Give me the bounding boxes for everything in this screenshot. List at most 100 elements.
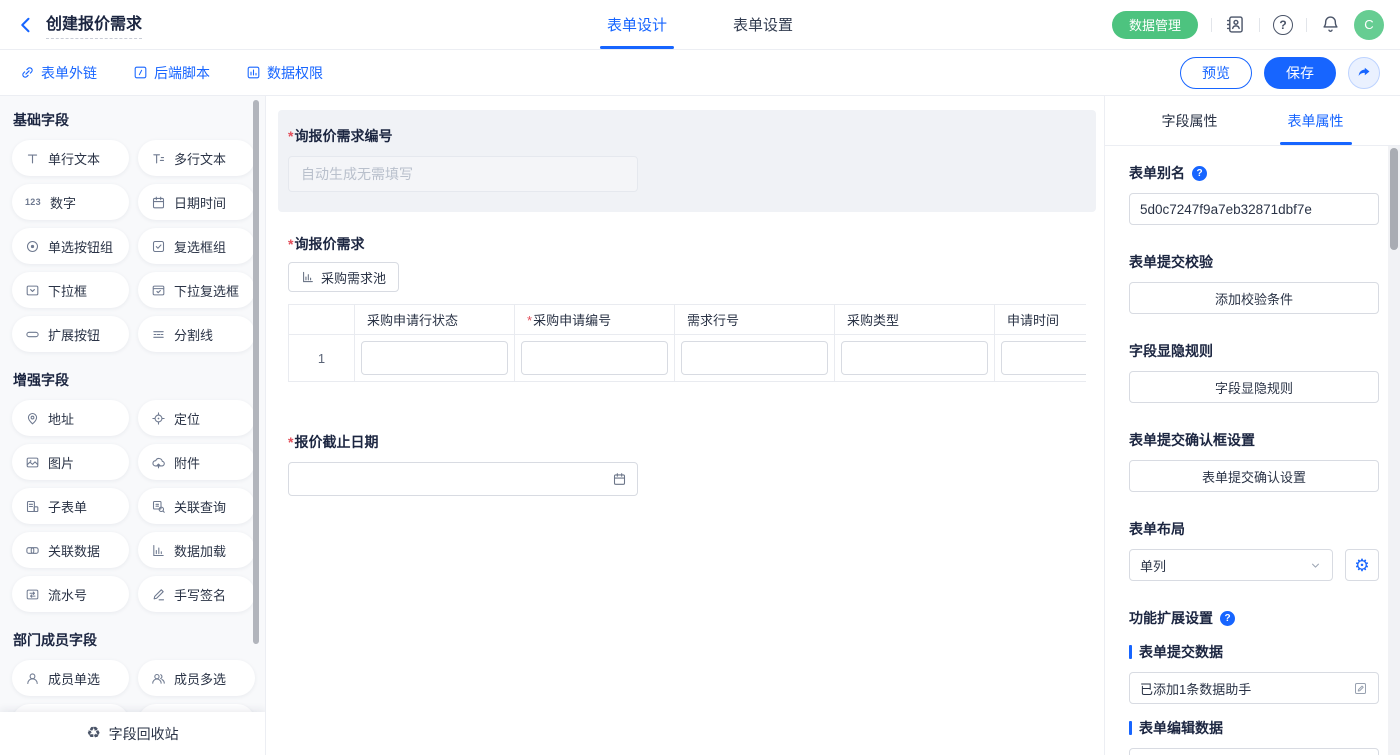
help-icon[interactable]: ? — [1273, 15, 1293, 35]
submit-confirm-settings-button[interactable]: 表单提交确认设置 — [1129, 460, 1379, 492]
help-icon[interactable]: ? — [1192, 166, 1207, 181]
sidebar-item-image[interactable]: 图片 — [12, 444, 129, 480]
toolbar-actions: 预览 保存 — [1180, 57, 1380, 89]
tab-field-properties[interactable]: 字段属性 — [1162, 96, 1218, 145]
layout-select[interactable]: 单列 — [1129, 549, 1333, 581]
item-label: 数据加载 — [174, 541, 226, 560]
sidebar-item-multi-select[interactable]: 下拉复选框 — [138, 272, 255, 308]
notification-bell-icon[interactable] — [1320, 14, 1341, 35]
recycle-label: 字段回收站 — [109, 724, 179, 744]
section-title-member: 部门成员字段 — [13, 630, 265, 650]
sidebar-item-select[interactable]: 下拉框 — [12, 272, 129, 308]
share-button[interactable] — [1348, 57, 1380, 89]
add-validate-condition-button[interactable]: 添加校验条件 — [1129, 282, 1379, 314]
sidebar-item-extend-button[interactable]: 扩展按钮 — [12, 316, 129, 352]
link-label: 后端脚本 — [154, 63, 210, 83]
sidebar-item-number[interactable]: 123数字 — [12, 184, 129, 220]
item-label: 下拉复选框 — [174, 281, 239, 300]
sidebar-item-datetime[interactable]: 日期时间 — [138, 184, 255, 220]
form-alias-input[interactable] — [1129, 193, 1379, 225]
sidebar-item-signature[interactable]: 手写签名 — [138, 576, 255, 612]
panel-scrollbar-track[interactable] — [1388, 146, 1400, 755]
item-label: 关联数据 — [48, 541, 100, 560]
sidebar-scrollbar[interactable] — [253, 100, 259, 644]
sidebar-item-single-line-text[interactable]: 单行文本 — [12, 140, 129, 176]
sidebar-item-divider[interactable]: 分割线 — [138, 316, 255, 352]
sidebar-item-data-load[interactable]: 数据加载 — [138, 532, 255, 568]
preview-button[interactable]: 预览 — [1180, 57, 1252, 89]
sidebar-item-checkbox-group[interactable]: 复选框组 — [138, 228, 255, 264]
header-tabs: 表单设计 表单设置 — [607, 0, 793, 49]
sidebar-item-relation-query[interactable]: 关联查询 — [138, 488, 255, 524]
form-designer-app: 创建报价需求 表单设计 表单设置 数据管理 ? C 表单外链 后端脚本 数据权 — [0, 0, 1400, 755]
save-button[interactable]: 保存 — [1264, 57, 1336, 89]
bar-chart-icon — [301, 270, 315, 284]
cell-input-purchase-apply-no[interactable] — [521, 341, 668, 375]
cell-input-demand-line-no[interactable] — [681, 341, 828, 375]
enhanced-field-grid: 地址 定位 图片 附件 子表单 关联查询 关联数据 数据加载 流水号 手写签名 — [0, 400, 265, 612]
share-arrow-icon — [1356, 65, 1372, 81]
sidebar-item-address[interactable]: 地址 — [12, 400, 129, 436]
item-label: 扩展按钮 — [48, 325, 100, 344]
panel-scrollbar-thumb[interactable] — [1390, 148, 1398, 250]
section-title-basic: 基础字段 — [13, 110, 265, 130]
back-icon[interactable] — [16, 15, 36, 35]
tab-form-properties[interactable]: 表单属性 — [1288, 96, 1344, 145]
recycle-icon: ♻ — [86, 726, 100, 742]
sidebar-item-multi-line-text[interactable]: 多行文本 — [138, 140, 255, 176]
item-label: 单选按钮组 — [48, 237, 113, 256]
quote-request-no-input[interactable] — [288, 156, 638, 192]
field-visibility-rules-button[interactable]: 字段显隐规则 — [1129, 371, 1379, 403]
edit-icon[interactable] — [1353, 681, 1368, 696]
basic-field-grid: 单行文本 多行文本 123数字 日期时间 单选按钮组 复选框组 下拉框 下拉复选… — [0, 140, 265, 352]
data-manage-button[interactable]: 数据管理 — [1112, 11, 1198, 39]
section-marker — [1129, 721, 1132, 735]
serial-number-icon — [25, 587, 40, 602]
sidebar-item-member-multi[interactable]: 成员多选 — [138, 660, 255, 696]
sidebar-item-locate[interactable]: 定位 — [138, 400, 255, 436]
user-icon — [25, 671, 40, 686]
sidebar-item-attachment[interactable]: 附件 — [138, 444, 255, 480]
field-quote-deadline[interactable]: * 报价截止日期 — [288, 432, 1094, 496]
help-icon[interactable]: ? — [1220, 611, 1235, 626]
contacts-icon[interactable] — [1225, 14, 1246, 35]
purchase-demand-pool-button[interactable]: 采购需求池 — [288, 262, 399, 292]
label-text: 表单别名 — [1129, 163, 1185, 183]
layout-settings-button[interactable]: ⚙ — [1345, 549, 1379, 581]
top-header: 创建报价需求 表单设计 表单设置 数据管理 ? C — [0, 0, 1400, 50]
tab-form-settings[interactable]: 表单设置 — [733, 0, 793, 49]
gear-icon: ⚙ — [1354, 557, 1369, 574]
data-permission-link[interactable]: 数据权限 — [246, 63, 323, 83]
cell-input-purchase-line-status[interactable] — [361, 341, 508, 375]
field-label-text: 询报价需求 — [294, 234, 364, 254]
properties-panel: 字段属性 表单属性 表单别名 ? 表单提交校验 添加校验条件 字段显隐规则 字段… — [1104, 96, 1400, 755]
number-icon: 123 — [25, 197, 42, 207]
label-text: 功能扩展设置 — [1129, 608, 1213, 628]
col-demand-line-no: 需求行号 — [675, 305, 835, 335]
sidebar-item-relation-data[interactable]: 关联数据 — [12, 532, 129, 568]
subform-icon — [25, 499, 40, 514]
field-quote-request[interactable]: * 询报价需求 采购需求池 采购申请行状态 *采购申请编号 — [288, 234, 1094, 382]
sidebar-item-serial-number[interactable]: 流水号 — [12, 576, 129, 612]
item-label: 手写签名 — [174, 585, 226, 604]
backend-script-link[interactable]: 后端脚本 — [133, 63, 210, 83]
field-quote-request-no[interactable]: * 询报价需求编号 — [278, 110, 1096, 212]
form-external-link[interactable]: 表单外链 — [20, 63, 97, 83]
sidebar-item-subform[interactable]: 子表单 — [12, 488, 129, 524]
quote-deadline-date-input[interactable] — [288, 462, 638, 496]
field-recycle-bin-button[interactable]: ♻ 字段回收站 — [0, 712, 265, 755]
cell-input-purchase-type[interactable] — [841, 341, 988, 375]
avatar[interactable]: C — [1354, 10, 1384, 40]
sidebar-item-member-single[interactable]: 成员单选 — [12, 660, 129, 696]
divider — [1211, 18, 1212, 32]
relation-query-icon — [151, 499, 166, 514]
extension-settings-label: 功能扩展设置 ? — [1129, 608, 1379, 628]
add-operation-button[interactable]: 添加操作 — [1129, 748, 1379, 755]
header-actions: 数据管理 ? C — [1112, 10, 1384, 40]
tab-form-design[interactable]: 表单设计 — [607, 0, 667, 49]
sidebar-item-radio-group[interactable]: 单选按钮组 — [12, 228, 129, 264]
submit-data-box[interactable]: 已添加1条数据助手 — [1129, 672, 1379, 704]
page-title[interactable]: 创建报价需求 — [46, 10, 142, 39]
calendar-icon — [612, 472, 627, 487]
cell-input-apply-time[interactable] — [1001, 341, 1086, 375]
